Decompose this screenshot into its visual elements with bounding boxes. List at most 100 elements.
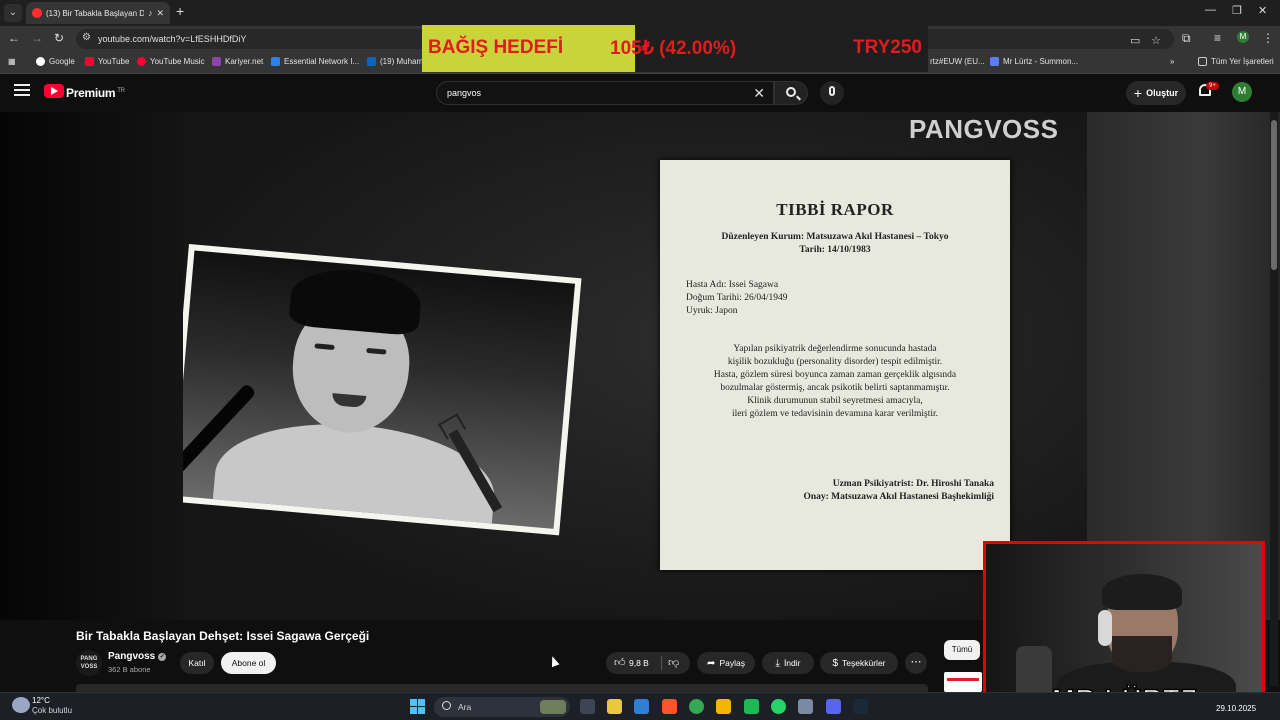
window-close-icon[interactable]: ✕ xyxy=(1258,4,1267,17)
chip-all[interactable]: Tümü xyxy=(944,640,980,660)
report-date: Tarih: 14/10/1983 xyxy=(799,245,871,255)
microphone-icon xyxy=(829,86,835,96)
channel-name[interactable]: Pangvoss ✓ xyxy=(108,651,167,662)
folder-icon xyxy=(1198,57,1207,66)
video-player[interactable]: PANGVOSS TIBBİ RAPOR Düzenleyen Kurum: M… xyxy=(183,112,1087,620)
thanks-button[interactable]: $ Teşekkürler xyxy=(820,652,898,674)
summoner-icon xyxy=(990,57,999,66)
clear-search-icon[interactable]: ✕ xyxy=(753,85,765,102)
subscribe-button[interactable]: Abone ol xyxy=(221,652,276,674)
chrome-icon[interactable] xyxy=(689,699,704,714)
report-line: kişilik bozukluğu (personality disorder)… xyxy=(727,357,943,367)
tab-title: (13) Bir Tabakla Başlayan De xyxy=(46,8,144,18)
minimize-icon[interactable]: — xyxy=(1205,4,1216,16)
install-app-icon[interactable]: ▭ xyxy=(1130,34,1140,47)
reload-icon[interactable]: ↻ xyxy=(54,31,64,45)
report-line: Klinik durumunun stabil seyretmesi amacı… xyxy=(747,396,923,406)
verified-icon: ✓ xyxy=(158,652,167,661)
channel-avatar[interactable]: PANG VOSS xyxy=(76,650,102,676)
bookmarks-overflow-icon[interactable]: » xyxy=(1170,57,1174,66)
audio-playing-icon[interactable]: ♪ xyxy=(148,8,153,18)
bookmark-essential-network[interactable]: Essential Network I... xyxy=(271,57,359,66)
brave-icon[interactable] xyxy=(662,699,677,714)
site-info-icon[interactable]: ⚙ xyxy=(82,32,91,43)
super-thanks-icon: $ xyxy=(832,657,839,669)
app-icon[interactable] xyxy=(744,699,759,714)
forward-icon[interactable]: → xyxy=(31,31,43,45)
media-controls-icon[interactable]: ≡ xyxy=(1214,31,1221,45)
outlook-icon[interactable] xyxy=(634,699,649,714)
bookmark-star-icon[interactable]: ☆ xyxy=(1151,34,1161,47)
description-box[interactable] xyxy=(76,684,928,692)
close-tab-icon[interactable]: ✕ xyxy=(156,8,164,19)
youtube-music-icon xyxy=(137,57,146,66)
page-scrollbar[interactable] xyxy=(1270,112,1278,686)
tab-search-button[interactable]: ⌄ xyxy=(4,4,22,22)
bookmark-google[interactable]: Google xyxy=(36,57,75,66)
voice-search-button[interactable] xyxy=(820,81,844,105)
weather-temperature: 12°C xyxy=(32,696,50,705)
plus-icon: + xyxy=(1133,85,1143,101)
store-icon[interactable] xyxy=(607,699,622,714)
dislike-icon[interactable]: 👎︎ xyxy=(668,656,679,669)
join-button[interactable]: Katıl xyxy=(180,652,214,674)
create-button[interactable]: + Oluştur xyxy=(1126,81,1186,105)
bookmark-linkedin[interactable]: (19) Muhami xyxy=(367,57,425,66)
portrait-photo xyxy=(183,250,576,529)
apps-icon[interactable]: ▦ xyxy=(8,57,16,66)
weather-description: Çok bulutlu xyxy=(32,706,73,715)
file-explorer-icon[interactable] xyxy=(716,699,731,714)
like-dislike-group: 👍︎ 9,8 B 👎︎ xyxy=(606,652,690,674)
back-icon[interactable]: ← xyxy=(8,31,20,45)
extensions-icon[interactable]: ⧉ xyxy=(1182,31,1191,46)
search-input[interactable]: pangvos ✕ xyxy=(436,81,774,105)
weather-cloud-icon[interactable] xyxy=(12,697,30,713)
donation-goal-bar: BAĞIŞ HEDEFİ 105₺ (42.00%) TRY250 xyxy=(422,25,928,72)
guide-menu-icon[interactable] xyxy=(14,84,30,96)
task-view-icon[interactable] xyxy=(580,699,595,714)
browser-menu-icon[interactable]: ⋮ xyxy=(1262,31,1274,45)
share-button[interactable]: ➦ Paylaş xyxy=(697,652,755,674)
browser-tab-active[interactable]: (13) Bir Tabakla Başlayan De ♪ ✕ xyxy=(26,2,170,24)
bookmark-kariyer[interactable]: Kariyer.net xyxy=(212,57,263,66)
report-field: Hasta Adı: Issei Sagawa xyxy=(686,280,779,290)
report-title: TIBBİ RAPOR xyxy=(776,200,894,219)
headset-icon xyxy=(1098,610,1112,646)
browser-tabstrip: ⌄ (13) Bir Tabakla Başlayan De ♪ ✕ + — ❐… xyxy=(0,0,1280,26)
windows-start-icon[interactable] xyxy=(410,699,425,714)
essential-network-icon xyxy=(271,57,280,66)
settings-icon[interactable] xyxy=(798,699,813,714)
youtube-logo-icon[interactable] xyxy=(44,84,64,98)
more-actions-icon[interactable]: ⋯ xyxy=(905,652,927,674)
streamer-beard xyxy=(1112,636,1172,672)
all-bookmarks[interactable]: Tüm Yer İşaretleri xyxy=(1198,57,1274,66)
maximize-icon[interactable]: ❐ xyxy=(1232,4,1242,17)
taskbar-search-label: Ara xyxy=(458,702,472,712)
taskbar-date: 29.10.2025 xyxy=(1216,704,1257,713)
profile-avatar[interactable]: M xyxy=(1237,31,1249,43)
whatsapp-icon[interactable] xyxy=(771,699,786,714)
bookmark-youtube[interactable]: YouTube xyxy=(85,57,129,66)
youtube-premium-logo[interactable]: Premium TR xyxy=(66,86,125,100)
related-video-thumbnail[interactable] xyxy=(944,672,982,692)
like-separator xyxy=(661,656,662,670)
steam-icon[interactable] xyxy=(853,699,868,714)
search-highlight-art xyxy=(540,700,566,714)
bookmark-summoner[interactable]: Mr Lürtz - Summon... xyxy=(990,57,1078,66)
url-text: youtube.com/watch?v=LfESHHDfDiY xyxy=(98,34,247,44)
search-button[interactable] xyxy=(774,81,808,105)
bookmark-youtube-music[interactable]: YouTube Music xyxy=(137,57,205,66)
video-title: Bir Tabakla Başlayan Dehşet: Issei Sagaw… xyxy=(76,629,370,643)
mouse-cursor-icon xyxy=(548,654,560,668)
scrollbar-thumb[interactable] xyxy=(1271,120,1277,270)
like-count[interactable]: 9,8 B xyxy=(629,658,649,668)
download-button[interactable]: ⤓ İndir xyxy=(762,652,814,674)
like-icon[interactable]: 👍︎ xyxy=(614,656,626,669)
account-avatar[interactable]: M xyxy=(1232,82,1252,102)
search-icon xyxy=(786,87,796,97)
new-tab-button[interactable]: + xyxy=(176,3,184,19)
share-icon: ➦ xyxy=(707,657,716,669)
discord-icon[interactable] xyxy=(826,699,841,714)
taskbar-search[interactable]: Ara xyxy=(434,697,570,717)
bookmark-euw[interactable]: rtz#EUW (EU... xyxy=(930,57,985,66)
